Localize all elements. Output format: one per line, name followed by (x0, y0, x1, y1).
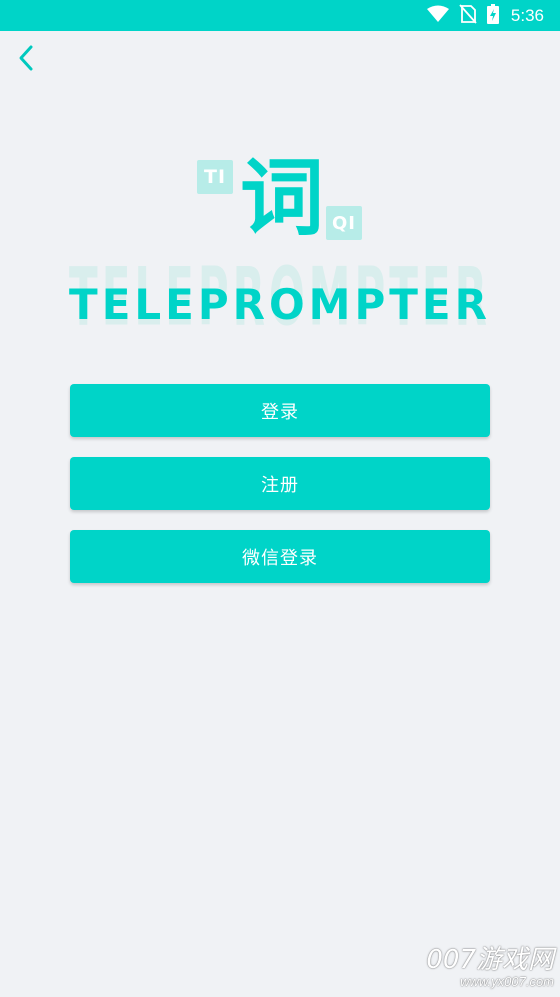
login-button[interactable]: 登录 (70, 384, 490, 437)
status-icons: 5:36 (426, 0, 544, 31)
logo-ti-text: TI (203, 166, 227, 188)
back-button[interactable] (10, 42, 42, 78)
no-sim-icon (459, 3, 477, 28)
logo-character: 词 (239, 149, 324, 247)
watermark-main: 007游戏网 (426, 945, 554, 976)
wechat-login-button[interactable]: 微信登录 (70, 530, 490, 583)
battery-charging-icon (486, 3, 499, 28)
logo-qi-text: QI (332, 212, 356, 234)
wordmark: TELEPROMPTER (69, 280, 491, 329)
wifi-icon (426, 5, 449, 27)
watermark: 007游戏网 www.yx007.com (426, 946, 554, 989)
register-button[interactable]: 注册 (70, 457, 490, 510)
watermark-url: www.yx007.com (460, 973, 554, 989)
chevron-left-icon (17, 44, 35, 76)
status-time: 5:36 (510, 5, 544, 25)
logo-ti-badge: TI (197, 160, 233, 194)
logo-qi-badge: QI (326, 206, 362, 240)
app-logo: TI QI 词 (190, 150, 370, 250)
status-bar: 5:36 (0, 0, 560, 31)
